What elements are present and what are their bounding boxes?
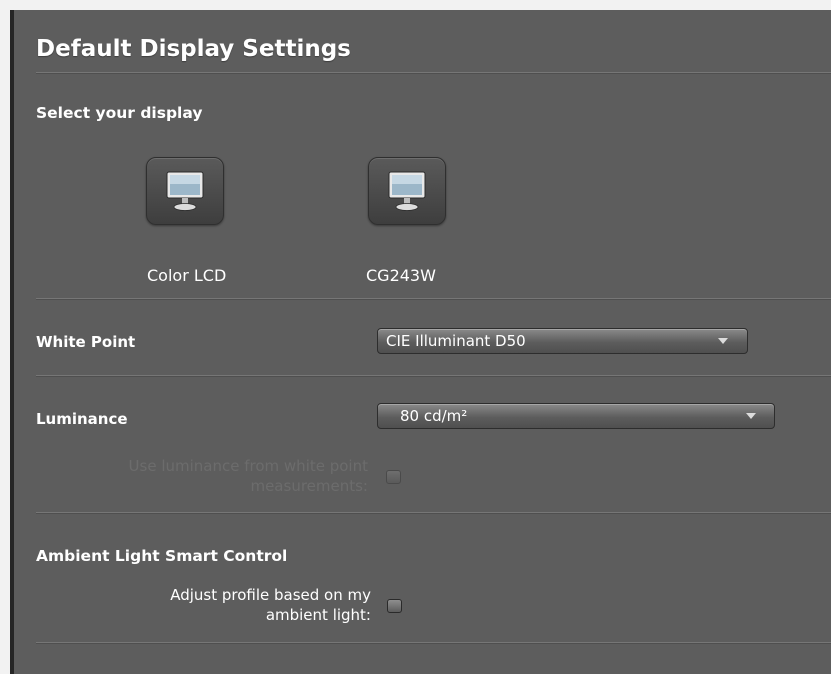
label-line: ambient light: xyxy=(265,606,371,624)
white-point-label: White Point xyxy=(36,333,136,351)
white-point-select[interactable]: CIE Illuminant D50 xyxy=(377,328,748,354)
adjust-profile-label: Adjust profile based on my ambient light… xyxy=(170,585,371,625)
window-left-edge xyxy=(0,0,10,674)
luminance-select[interactable]: 80 cd/m² xyxy=(377,403,775,429)
use-luminance-from-white-point-checkbox[interactable] xyxy=(386,470,401,484)
use-luminance-from-white-point-label: Use luminance from white point measureme… xyxy=(129,456,368,496)
divider xyxy=(36,512,831,513)
display-button-color-lcd[interactable] xyxy=(146,157,224,225)
chevron-down-icon xyxy=(718,338,728,344)
divider xyxy=(36,298,831,299)
select-display-label: Select your display xyxy=(36,104,203,122)
label-line: Adjust profile based on my xyxy=(170,586,371,604)
divider xyxy=(36,72,831,73)
luminance-label: Luminance xyxy=(36,410,128,428)
label-line: Use luminance from white point xyxy=(128,457,368,475)
white-point-value: CIE Illuminant D50 xyxy=(386,332,526,350)
page-title: Default Display Settings xyxy=(36,36,351,62)
display-label-cg243w: CG243W xyxy=(366,266,436,285)
window-top-edge xyxy=(0,0,831,10)
chevron-down-icon xyxy=(746,413,756,419)
monitor-icon xyxy=(388,171,426,211)
monitor-icon xyxy=(166,171,204,211)
default-display-settings-panel: Default Display Settings Select your dis… xyxy=(14,10,831,674)
display-button-cg243w[interactable] xyxy=(368,157,446,225)
divider xyxy=(36,375,831,376)
display-label-color-lcd: Color LCD xyxy=(147,266,227,285)
label-line: measurements: xyxy=(250,477,368,495)
divider xyxy=(36,642,831,643)
luminance-value: 80 cd/m² xyxy=(400,407,468,425)
ambient-light-smart-control-label: Ambient Light Smart Control xyxy=(36,547,288,565)
adjust-profile-ambient-light-checkbox[interactable] xyxy=(387,599,402,613)
